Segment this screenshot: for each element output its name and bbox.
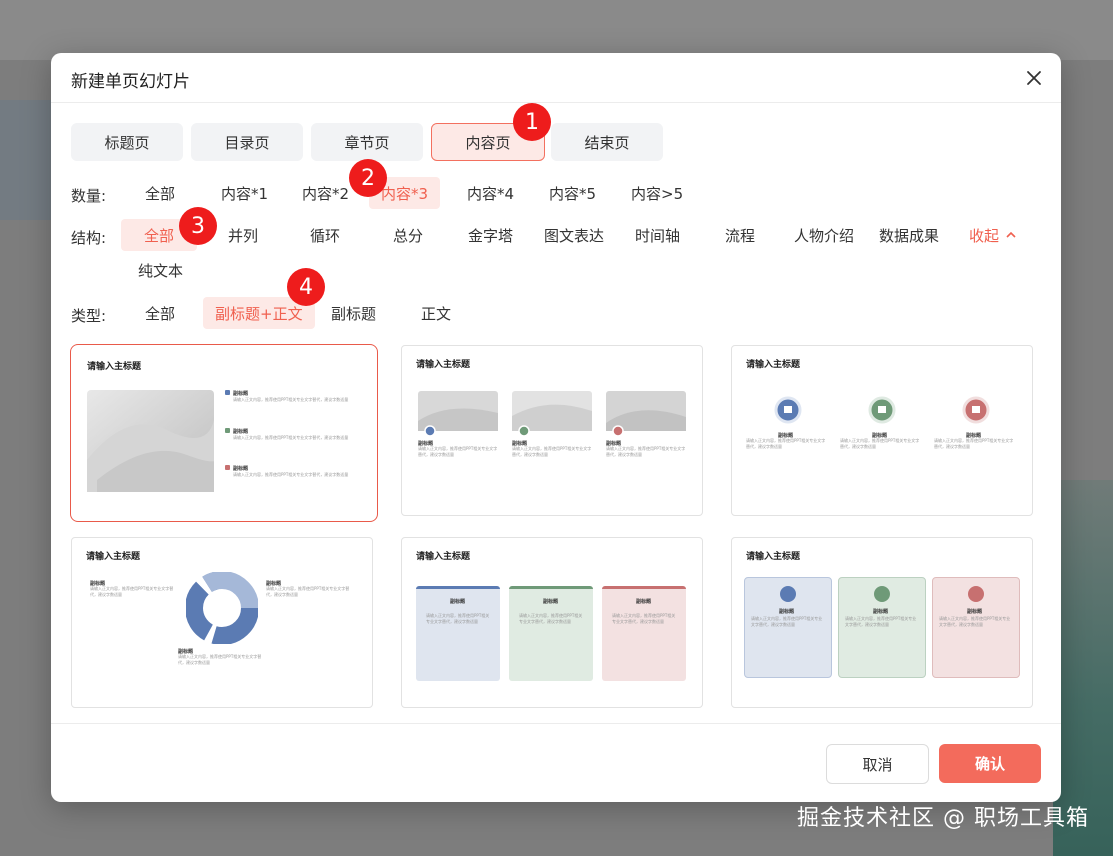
card-subtitle: 副标题 — [233, 466, 249, 472]
card-body: 请输入正文内容，推荐使用PPT相关专业文字替代，建议字数适量 — [612, 613, 676, 624]
card-body: 请输入正文内容，推荐使用PPT相关专业文字替代，建议字数适量 — [840, 438, 920, 449]
confirm-button[interactable]: 确认 — [939, 744, 1041, 783]
template-card-6[interactable]: 请输入主标题 副标题 请输入正文内容，推荐使用PPT相关专业文字替代，建议字数适… — [731, 537, 1033, 708]
card-body: 请输入正文内容，推荐使用PPT相关专业文字替代，建议字数适量 — [178, 654, 262, 665]
annotation-badge-4: 4 — [287, 268, 325, 306]
quantity-label: 数量: — [71, 187, 107, 205]
annotation-badge-3: 3 — [179, 207, 217, 245]
bullet-icon — [225, 465, 230, 470]
template-card-4[interactable]: 请输入主标题 副标题 请输入正文内容，推荐使用PPT相关专业文字替代，建议字数适… — [71, 537, 373, 708]
quantity-option-all[interactable]: 全部 — [133, 177, 187, 209]
column-panel-red: 副标题 请输入正文内容，推荐使用PPT相关专业文字替代，建议字数适量 — [602, 586, 686, 681]
bullet-icon — [225, 390, 230, 395]
card-subtitle: 副标题 — [636, 599, 652, 605]
tab-title-page[interactable]: 标题页 — [71, 123, 183, 161]
card-preview-image — [87, 390, 214, 492]
template-card-3[interactable]: 请输入主标题 副标题 请输入正文内容，推荐使用PPT相关专业文字替代，建议字数适… — [731, 345, 1033, 516]
card-subtitle: 副标题 — [450, 599, 466, 605]
structure-option-pyramid[interactable]: 金字塔 — [456, 219, 525, 251]
column-panel-blue: 副标题 请输入正文内容，推荐使用PPT相关专业文字替代，建议字数适量 — [744, 577, 832, 678]
panel-icon — [874, 586, 890, 602]
bullet-icon — [225, 428, 230, 433]
card-body: 请输入正文内容，推荐使用PPT相关专业文字替代，建议字数适量 — [934, 438, 1014, 449]
quantity-option-1[interactable]: 内容*1 — [209, 177, 280, 209]
quantity-option-more[interactable]: 内容>5 — [619, 177, 695, 209]
tab-toc-page[interactable]: 目录页 — [191, 123, 303, 161]
structure-option-general[interactable]: 总分 — [381, 219, 435, 251]
cancel-button[interactable]: 取消 — [826, 744, 929, 784]
footer-divider — [51, 723, 1061, 724]
annotation-badge-2: 2 — [349, 159, 387, 197]
structure-option-people[interactable]: 人物介绍 — [782, 219, 866, 251]
card-body: 请输入正文内容，推荐使用PPT相关专业文字替代，建议字数适量 — [426, 613, 490, 624]
card-title: 请输入主标题 — [746, 360, 801, 370]
card-body: 请输入正文内容，推荐使用PPT相关专业文字替代，建议字数适量 — [233, 472, 349, 477]
card-body: 请输入正文内容，推荐使用PPT相关专业文字替代，建议字数适量 — [746, 438, 826, 449]
header-divider — [51, 102, 1061, 103]
card-body: 请输入正文内容，推荐使用PPT相关专业文字替代，建议字数适量 — [266, 586, 350, 597]
card-body: 请输入正文内容，推荐使用PPT相关专业文字替代，建议字数适量 — [233, 397, 349, 402]
card-body: 请输入正文内容，推荐使用PPT相关专业文字替代，建议字数适量 — [519, 613, 583, 624]
card-subtitle: 副标题 — [543, 599, 559, 605]
card-subtitle: 副标题 — [779, 609, 795, 615]
watermark: 掘金技术社区 @ 职场工具箱 — [797, 806, 1089, 831]
panel-icon — [968, 586, 984, 602]
cycle-diagram — [186, 572, 258, 644]
column-panel-blue: 副标题 请输入正文内容，推荐使用PPT相关专业文字替代，建议字数适量 — [416, 586, 500, 681]
background-app-toolbar — [0, 0, 1113, 60]
new-slide-dialog: 新建单页幻灯片 标题页 目录页 章节页 内容页 结束页 数量: 全部 内容*1 … — [51, 53, 1061, 802]
type-label: 类型: — [71, 307, 107, 325]
quantity-option-5[interactable]: 内容*5 — [537, 177, 608, 209]
card-body: 请输入正文内容，推荐使用PPT相关专业文字替代，建议字数适量 — [418, 446, 498, 457]
card-body: 请输入正文内容，推荐使用PPT相关专业文字替代，建议字数适量 — [90, 586, 174, 597]
chevron-up-icon — [1006, 231, 1016, 238]
structure-option-image-text[interactable]: 图文表达 — [532, 219, 616, 251]
template-card-2[interactable]: 请输入主标题 副标题 请输入正文内容，推荐使用PPT相关专业文字替代，建议字数适… — [401, 345, 703, 516]
background-left — [0, 100, 52, 220]
template-card-5[interactable]: 请输入主标题 副标题 请输入正文内容，推荐使用PPT相关专业文字替代，建议字数适… — [401, 537, 703, 708]
card-subtitle: 副标题 — [967, 609, 983, 615]
card-body: 请输入正文内容，推荐使用PPT相关专业文字替代，建议字数适量 — [751, 616, 823, 627]
template-card-1[interactable]: 请输入主标题 副标题 请输入正文内容，推荐使用PPT相关专业文字替代，建议字数适… — [70, 344, 378, 522]
card-body: 请输入正文内容，推荐使用PPT相关专业文字替代，建议字数适量 — [939, 616, 1011, 627]
structure-option-timeline[interactable]: 时间轴 — [623, 219, 692, 251]
tab-end-page[interactable]: 结束页 — [551, 123, 663, 161]
structure-label: 结构: — [71, 229, 107, 247]
collapse-label: 收起 — [969, 226, 1000, 245]
card-title: 请输入主标题 — [416, 360, 471, 370]
card-subtitle: 副标题 — [233, 391, 249, 397]
card-title: 请输入主标题 — [86, 552, 141, 562]
card-body: 请输入正文内容，推荐使用PPT相关专业文字替代，建议字数适量 — [606, 446, 686, 457]
type-option-body[interactable]: 正文 — [409, 297, 463, 329]
close-icon[interactable] — [1023, 67, 1045, 89]
card-body: 请输入正文内容，推荐使用PPT相关专业文字替代，建议字数适量 — [512, 446, 592, 457]
structure-option-data[interactable]: 数据成果 — [867, 219, 951, 251]
card-title: 请输入主标题 — [87, 362, 142, 372]
panel-icon — [780, 586, 796, 602]
annotation-badge-1: 1 — [513, 103, 551, 141]
card-body: 请输入正文内容，推荐使用PPT相关专业文字替代，建议字数适量 — [845, 616, 917, 627]
quantity-option-4[interactable]: 内容*4 — [455, 177, 526, 209]
column-panel-red: 副标题 请输入正文内容，推荐使用PPT相关专业文字替代，建议字数适量 — [932, 577, 1020, 678]
tab-chapter-page[interactable]: 章节页 — [311, 123, 423, 161]
type-option-all[interactable]: 全部 — [133, 297, 187, 329]
type-option-subtitle[interactable]: 副标题 — [319, 297, 388, 329]
card-title: 请输入主标题 — [416, 552, 471, 562]
card-body: 请输入正文内容，推荐使用PPT相关专业文字替代，建议字数适量 — [233, 435, 349, 440]
dialog-title: 新建单页幻灯片 — [71, 72, 190, 92]
card-subtitle: 副标题 — [873, 609, 889, 615]
structure-option-parallel[interactable]: 并列 — [216, 219, 270, 251]
column-panel-green: 副标题 请输入正文内容，推荐使用PPT相关专业文字替代，建议字数适量 — [509, 586, 593, 681]
structure-option-flow[interactable]: 流程 — [713, 219, 767, 251]
structure-option-plain-text[interactable]: 纯文本 — [126, 254, 195, 286]
structure-option-cycle[interactable]: 循环 — [298, 219, 352, 251]
column-panel-green: 副标题 请输入正文内容，推荐使用PPT相关专业文字替代，建议字数适量 — [838, 577, 926, 678]
card-title: 请输入主标题 — [746, 552, 801, 562]
structure-collapse-toggle[interactable]: 收起 — [957, 219, 1029, 251]
card-preview-icons — [774, 396, 990, 424]
card-subtitle: 副标题 — [233, 429, 249, 435]
